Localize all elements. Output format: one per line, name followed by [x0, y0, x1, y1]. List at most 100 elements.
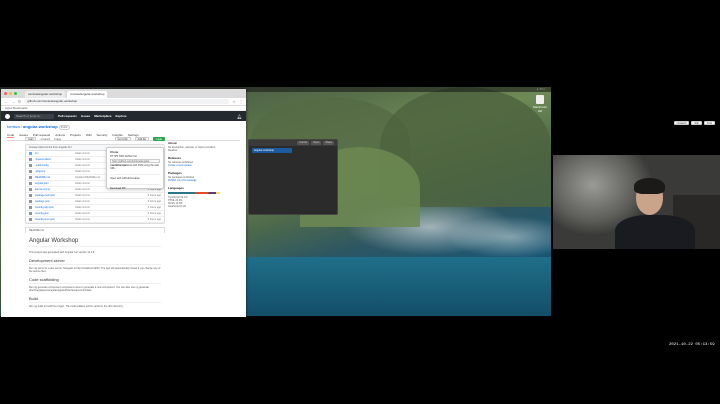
code-button[interactable]: Code [153, 137, 165, 141]
nav-issues[interactable]: Issues [81, 114, 90, 118]
branch-select[interactable]: main [25, 137, 37, 141]
repo-name-link[interactable]: angular-workshop [23, 124, 58, 129]
clone-url-field[interactable]: https://github.com/tomiwa/angular-worksh… [110, 159, 160, 167]
file-time: 6 hours ago [147, 194, 161, 197]
reload-icon[interactable]: ↻ [18, 99, 21, 104]
file-icon [29, 164, 32, 167]
file-icon [29, 170, 32, 173]
file-name[interactable]: src [35, 152, 75, 155]
nav-marketplace[interactable]: Marketplace [94, 114, 111, 118]
star-bookmark-icon[interactable]: ☆ [232, 99, 236, 104]
branch-count[interactable]: 1 branch [40, 138, 50, 141]
share-button[interactable]: Share [323, 141, 334, 145]
unwatch-button[interactable]: Unwatch [673, 121, 690, 125]
back-icon[interactable]: ← [4, 99, 8, 104]
menu-dots-icon[interactable]: ⋮ [239, 99, 243, 104]
file-name[interactable]: README.md [35, 176, 75, 179]
clone-protocol-tabs[interactable]: HTTPS SSH GitHub CLI [110, 155, 160, 158]
readme-title: Angular Workshop [29, 238, 161, 247]
file-dialog-window: Cancel Open Share angular-workshop [248, 139, 338, 215]
releases-heading: Releases [168, 156, 182, 160]
file-time: 6 hours ago [147, 218, 161, 221]
screen: ◐ ▭ ⌕ Macintosh HD tomiwa/angular-worksh… [0, 0, 720, 404]
repo-sidebar: About No description, website, or topics… [168, 141, 220, 208]
add-file-button[interactable]: Add file [134, 137, 150, 141]
maximize-window-icon[interactable] [14, 92, 17, 95]
file-commit-message[interactable]: Initial commit [75, 200, 148, 203]
download-zip-button[interactable]: Download ZIP [110, 184, 160, 190]
github-logo-icon[interactable] [5, 113, 10, 119]
readme-link[interactable]: Readme [168, 149, 220, 152]
url-field[interactable]: github.com/tomiwa/angular-workshop [24, 99, 230, 104]
file-icon [29, 158, 32, 161]
file-icon [29, 218, 32, 221]
tag-count[interactable]: 0 tags [54, 138, 61, 141]
publish-package-link[interactable]: Publish your first package [168, 179, 220, 182]
browser-tab[interactable]: tomiwa/angular-workshop [25, 91, 66, 98]
open-desktop-button[interactable]: Open with GitHub Desktop [110, 174, 160, 180]
person-body [615, 215, 695, 249]
file-time: 6 hours ago [147, 212, 161, 215]
file-icon [29, 176, 32, 179]
languages-bar [168, 192, 220, 194]
file-name[interactable]: karma.conf.js [35, 188, 75, 191]
repo-owner-link[interactable]: tomiwa [7, 124, 20, 129]
fork-button[interactable]: Fork [704, 121, 715, 125]
notifications-icon[interactable]: 🔔︎ [237, 114, 242, 119]
clone-popover: Clone HTTPS SSH GitHub CLI https://githu… [106, 147, 164, 190]
file-icon [29, 194, 32, 197]
branch-row: main 1 branch 0 tags Go to file Add file… [25, 137, 165, 141]
file-name[interactable]: tsconfig.spec.json [35, 218, 75, 221]
repo-actions: Unwatch Star Fork [673, 121, 715, 125]
file-name[interactable]: package.json [35, 200, 75, 203]
minimize-window-icon[interactable] [9, 92, 12, 95]
file-name[interactable]: .editorconfig [35, 164, 75, 167]
star-button[interactable]: Star [691, 121, 702, 125]
file-time: 6 hours ago [147, 206, 161, 209]
nav-explore[interactable]: Explore [116, 114, 127, 118]
selected-folder-row[interactable]: angular-workshop [252, 148, 292, 153]
file-name[interactable]: tsconfig.json [35, 212, 75, 215]
file-name[interactable]: angular.json [35, 182, 75, 185]
file-time: 6 hours ago [147, 200, 161, 203]
packages-heading: Packages [168, 171, 182, 175]
webcam-overlay [553, 155, 720, 249]
readme-build-heading: Build [29, 296, 161, 303]
clone-title: Clone [110, 150, 119, 154]
file-icon [29, 200, 32, 203]
go-to-file-button[interactable]: Go to file [114, 137, 131, 141]
readme-content: Angular Workshop This project was genera… [25, 233, 165, 311]
forward-icon[interactable]: → [11, 99, 15, 104]
readme-dev-server-heading: Development server [29, 258, 161, 265]
language-item[interactable]: JavaScript 8.1% [168, 205, 220, 208]
drive-icon [536, 95, 544, 104]
desktop-icon-label: Macintosh HD [533, 105, 547, 113]
readme-dev-server-text: Run ng serve for a dev server. Navigate … [29, 267, 161, 273]
browser-tab-active[interactable]: tomiwa/angular-workshop [67, 91, 108, 98]
file-row[interactable]: tsconfig.spec.json Initial commit 6 hours … [26, 217, 164, 223]
tab-strip: tomiwa/angular-workshop tomiwa/angular-w… [1, 89, 246, 98]
recording-timestamp: 2021-10-22 05:13:59 [669, 343, 715, 347]
readme-build-text: Run ng build to build the project. The b… [29, 305, 124, 308]
file-commit-message[interactable]: Initial commit [75, 206, 148, 209]
file-commit-message[interactable]: Initial commit [75, 212, 148, 215]
file-commit-message[interactable]: Initial commit [75, 218, 148, 221]
file-name[interactable]: package-lock.json [35, 194, 75, 197]
file-name[interactable]: tsconfig.app.json [35, 206, 75, 209]
nav-pull-requests[interactable]: Pull requests [58, 114, 77, 118]
create-release-link[interactable]: Create a new release [168, 164, 220, 167]
file-name[interactable]: .gitignore [35, 170, 75, 173]
tab-code[interactable]: Code [7, 133, 15, 138]
visibility-badge: Public [58, 125, 70, 130]
file-commit-message[interactable]: Initial commit [75, 194, 148, 197]
file-icon [29, 212, 32, 215]
cancel-button[interactable]: Cancel [297, 141, 310, 145]
dialog-toolbar: Cancel Open Share [249, 140, 337, 146]
close-window-icon[interactable] [4, 92, 7, 95]
github-search-input[interactable]: Search or jump to... [14, 113, 54, 119]
desktop-drive-icon[interactable]: Macintosh HD [533, 95, 547, 113]
file-name[interactable]: .browserslistrc [35, 158, 75, 161]
open-button[interactable]: Open [311, 141, 322, 145]
github-header: Search or jump to... Pull requests Issue… [1, 111, 246, 121]
repo-title: tomiwa / angular-workshop Public [7, 124, 70, 130]
